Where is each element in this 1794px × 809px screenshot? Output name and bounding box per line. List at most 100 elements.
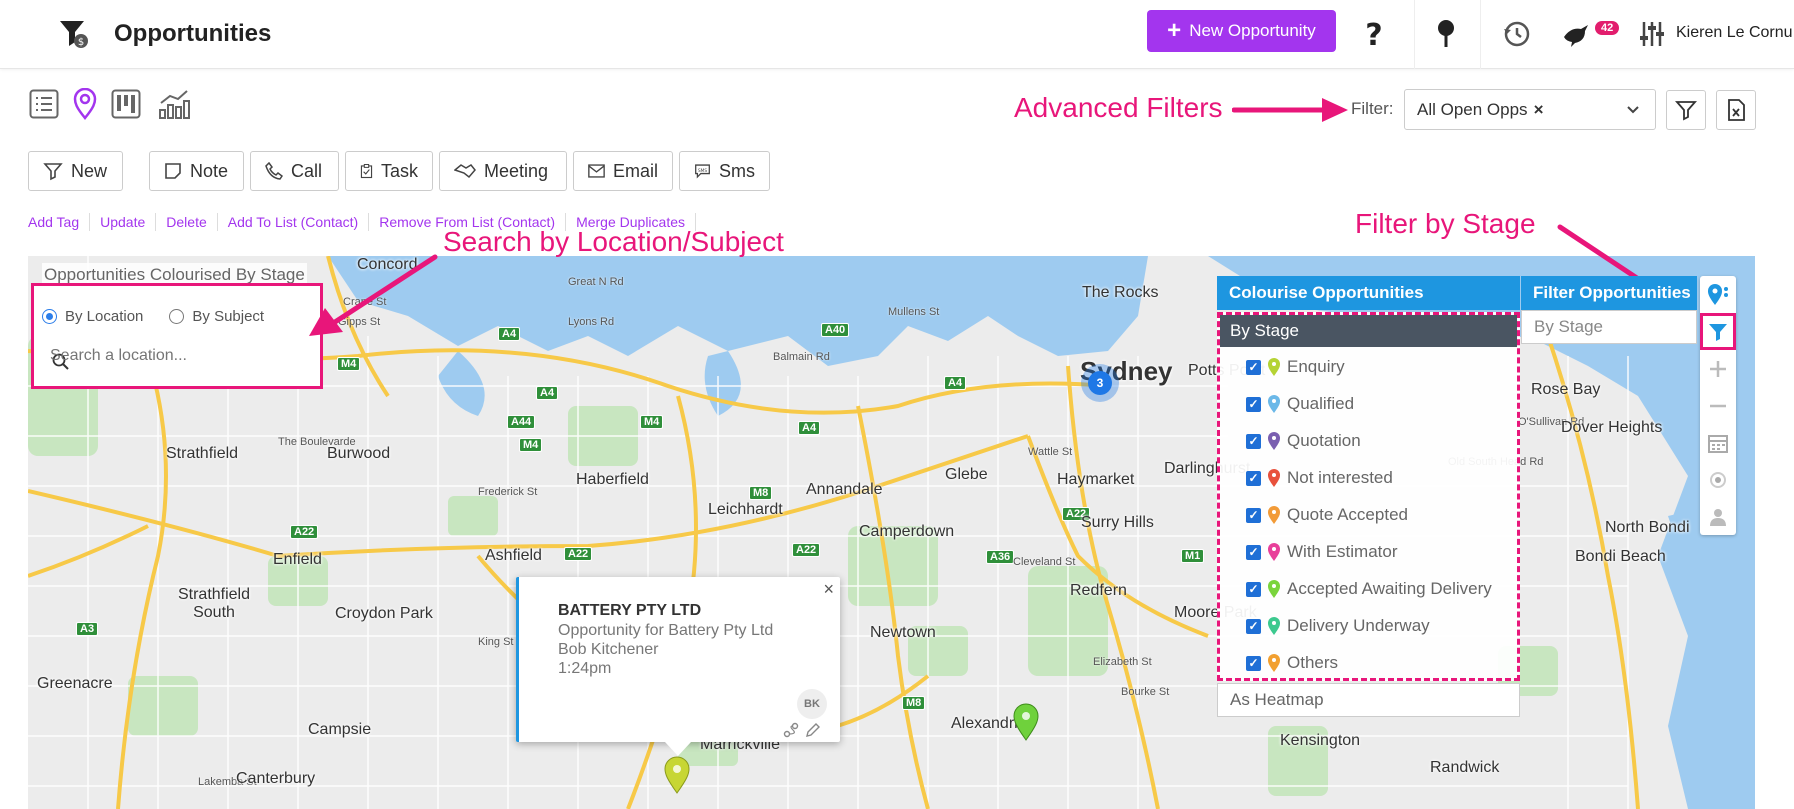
place-label: Haberfield bbox=[576, 471, 649, 488]
list-view-icon[interactable] bbox=[28, 88, 60, 120]
place-label: Annandale bbox=[806, 481, 883, 498]
map-controls bbox=[1700, 276, 1736, 535]
task-button[interactable]: Task bbox=[345, 151, 433, 191]
stage-label: Quotation bbox=[1287, 431, 1361, 450]
by-subject-label[interactable]: By Subject bbox=[192, 308, 264, 325]
filter-opportunities-title[interactable]: Filter Opportunities bbox=[1521, 276, 1697, 310]
funnel-icon bbox=[1675, 101, 1697, 121]
locate-me-button[interactable] bbox=[1700, 461, 1736, 498]
crosshair-icon bbox=[1710, 471, 1726, 488]
by-location-label[interactable]: By Location bbox=[65, 308, 143, 325]
map-pin-icon bbox=[1268, 432, 1280, 450]
filter-by-stage-option[interactable]: By Stage bbox=[1521, 310, 1697, 344]
add-tag-link[interactable]: Add Tag bbox=[28, 213, 91, 231]
pin-icon[interactable] bbox=[1428, 16, 1464, 52]
stage-checkbox[interactable]: ✓ bbox=[1246, 618, 1261, 634]
popup-title[interactable]: BATTERY PTY LTD bbox=[558, 602, 701, 620]
map-pin-enquiry-icon[interactable] bbox=[662, 755, 692, 795]
settings-sliders-icon[interactable] bbox=[1634, 16, 1670, 52]
route-icon[interactable] bbox=[783, 722, 799, 738]
map-pin-accepted-icon[interactable] bbox=[1011, 702, 1041, 742]
calendar-button[interactable] bbox=[1700, 424, 1736, 461]
annotation-arrow-icon bbox=[309, 254, 438, 336]
stage-item-others[interactable]: ✓ Others bbox=[1246, 653, 1338, 673]
svg-text:?: ? bbox=[1365, 19, 1382, 49]
history-icon[interactable] bbox=[1499, 16, 1535, 52]
stage-item-quotation[interactable]: ✓ Quotation bbox=[1246, 431, 1361, 451]
stage-checkbox[interactable]: ✓ bbox=[1246, 433, 1261, 449]
stage-checkbox[interactable]: ✓ bbox=[1246, 544, 1261, 560]
meeting-handshake-icon bbox=[454, 164, 476, 179]
opportunity-popup[interactable]: BATTERY PTY LTD Opportunity for Battery … bbox=[516, 577, 840, 756]
stage-checkbox[interactable]: ✓ bbox=[1246, 359, 1261, 375]
bird-notifications-icon[interactable] bbox=[1558, 16, 1594, 52]
map-view-icon[interactable] bbox=[69, 88, 101, 120]
note-button[interactable]: Note bbox=[149, 151, 244, 191]
by-location-radio[interactable] bbox=[42, 309, 57, 324]
filter-select[interactable]: All Open Opps × bbox=[1404, 89, 1656, 130]
place-label: North Bondi bbox=[1605, 519, 1690, 536]
map-pin-icon bbox=[1268, 358, 1280, 376]
location-search-input[interactable] bbox=[50, 342, 300, 370]
stage-item-accepted-awaiting-delivery[interactable]: ✓ Accepted Awaiting Delivery bbox=[1246, 579, 1492, 599]
stage-checkbox[interactable]: ✓ bbox=[1246, 581, 1261, 597]
colourise-title[interactable]: Colourise Opportunities bbox=[1217, 276, 1520, 310]
update-link[interactable]: Update bbox=[100, 213, 157, 231]
new-label: New bbox=[71, 160, 108, 181]
by-stage-header[interactable]: By Stage bbox=[1220, 315, 1517, 347]
as-heatmap-option[interactable]: As Heatmap bbox=[1217, 683, 1520, 717]
plus-icon bbox=[1710, 360, 1726, 377]
chart-view-icon[interactable] bbox=[158, 88, 190, 120]
map-pin-icon bbox=[1268, 543, 1280, 561]
stage-item-delivery-underway[interactable]: ✓ Delivery Underway bbox=[1246, 616, 1430, 636]
stage-checkbox[interactable]: ✓ bbox=[1246, 470, 1261, 486]
advanced-filter-button[interactable] bbox=[1666, 90, 1706, 130]
map-pin-icon bbox=[1268, 580, 1280, 598]
close-icon[interactable]: × bbox=[823, 579, 834, 600]
place-label: Randwick bbox=[1430, 759, 1500, 776]
stage-list: By Stage ✓ Enquiry ✓ Qualified ✓ Quotati… bbox=[1217, 312, 1520, 681]
stage-label: Accepted Awaiting Delivery bbox=[1287, 579, 1492, 598]
stage-item-quote-accepted[interactable]: ✓ Quote Accepted bbox=[1246, 505, 1408, 525]
stage-item-enquiry[interactable]: ✓ Enquiry bbox=[1246, 357, 1345, 377]
zoom-out-button[interactable] bbox=[1700, 387, 1736, 424]
map-pin-icon bbox=[1268, 654, 1280, 672]
clear-filter-icon[interactable]: × bbox=[1534, 100, 1544, 120]
filter-toggle-button[interactable] bbox=[1700, 313, 1736, 350]
user-filter-button[interactable] bbox=[1700, 498, 1736, 535]
new-opportunity-button[interactable]: + New Opportunity bbox=[1147, 10, 1336, 52]
annotation-search-by: Search by Location/Subject bbox=[443, 226, 784, 257]
add-to-list-link[interactable]: Add To List (Contact) bbox=[228, 213, 370, 231]
help-icon[interactable]: ? bbox=[1356, 16, 1392, 52]
call-label: Call bbox=[291, 160, 323, 181]
delete-link[interactable]: Delete bbox=[166, 213, 218, 231]
phone-icon bbox=[265, 162, 283, 180]
by-subject-radio[interactable] bbox=[169, 309, 185, 324]
sms-button[interactable]: SMS Sms bbox=[679, 151, 770, 191]
stage-item-qualified[interactable]: ✓ Qualified bbox=[1246, 394, 1354, 414]
stage-checkbox[interactable]: ✓ bbox=[1246, 396, 1261, 412]
export-excel-button[interactable] bbox=[1716, 90, 1756, 130]
call-button[interactable]: Call bbox=[250, 151, 339, 191]
cluster-marker[interactable]: 3 bbox=[1081, 364, 1119, 402]
user-name[interactable]: Kieren Le Cornu bbox=[1676, 24, 1793, 42]
place-label: Strathfield South bbox=[177, 586, 251, 621]
edit-pencil-icon[interactable] bbox=[805, 722, 821, 738]
stage-checkbox[interactable]: ✓ bbox=[1246, 507, 1261, 523]
kanban-view-icon[interactable] bbox=[110, 88, 142, 120]
stage-item-with-estimator[interactable]: ✓ With Estimator bbox=[1246, 542, 1398, 562]
stage-item-not-interested[interactable]: ✓ Not interested bbox=[1246, 468, 1393, 488]
new-filter-button[interactable]: New bbox=[28, 151, 123, 191]
filter-opportunities-panel: Filter Opportunities By Stage bbox=[1521, 276, 1697, 344]
map-pin-icon bbox=[1268, 469, 1280, 487]
colourise-toggle-button[interactable] bbox=[1700, 276, 1736, 313]
stage-label: With Estimator bbox=[1287, 542, 1398, 561]
place-label: Haymarket bbox=[1057, 471, 1135, 488]
email-button[interactable]: Email bbox=[573, 151, 673, 191]
place-label: Surry Hills bbox=[1081, 514, 1154, 531]
excel-file-icon bbox=[1728, 99, 1745, 121]
zoom-in-button[interactable] bbox=[1700, 350, 1736, 387]
meeting-button[interactable]: Meeting bbox=[439, 151, 567, 191]
stage-checkbox[interactable]: ✓ bbox=[1246, 655, 1261, 671]
stage-label: Quote Accepted bbox=[1287, 505, 1408, 524]
